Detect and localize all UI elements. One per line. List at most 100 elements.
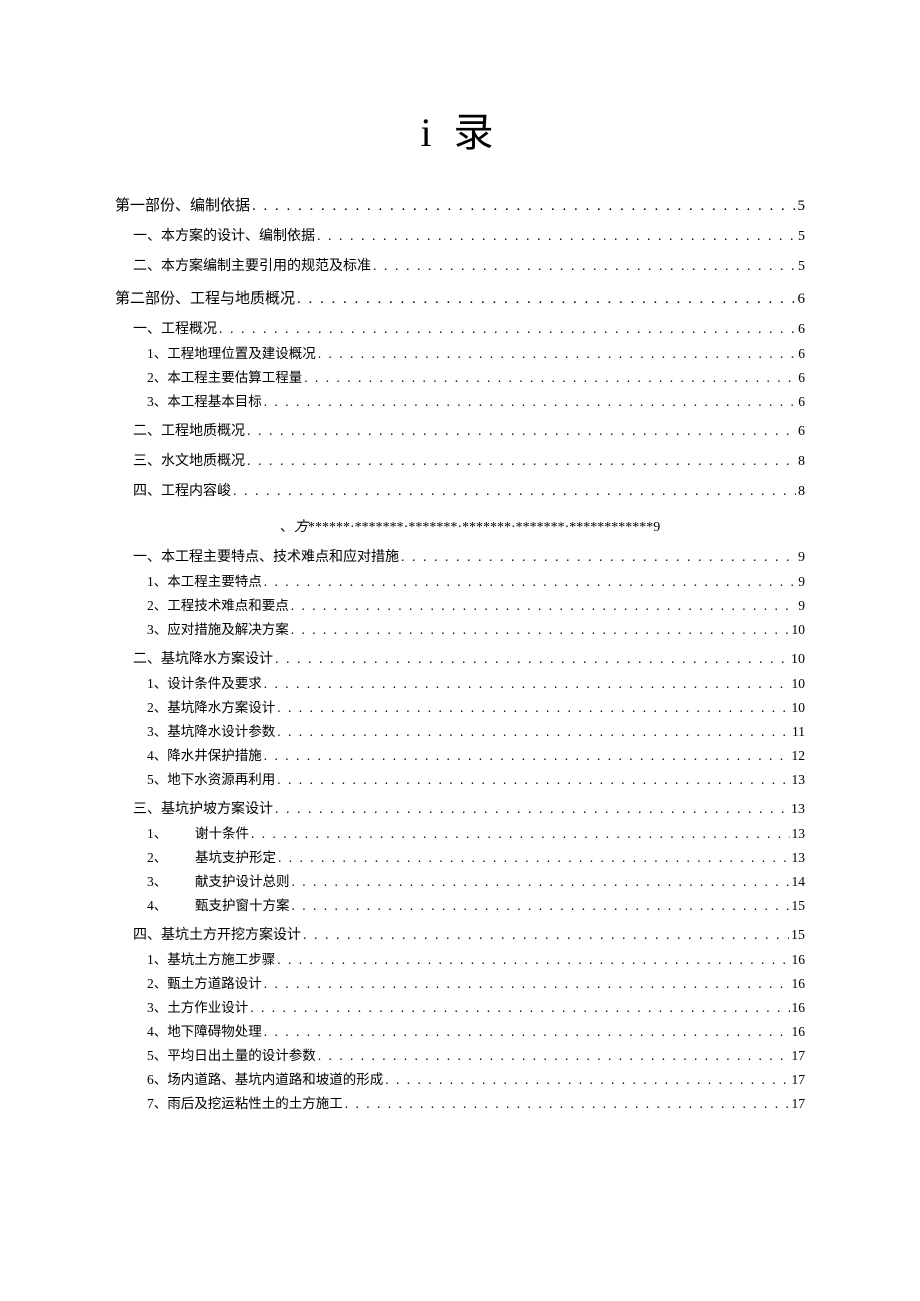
toc-entry: 第二部份、工程与地质概况 6: [115, 287, 805, 308]
toc-label: 1、本工程主要特点: [147, 570, 262, 590]
toc-page-number: 15: [791, 928, 805, 944]
toc-entry: 四、基坑土方开挖方案设计15: [115, 924, 805, 944]
toc-label: 2、基坑降水方案设计: [147, 696, 275, 716]
toc-entry: 2、工程技术难点和要点9: [115, 594, 805, 614]
toc-page-number: 8: [798, 454, 805, 470]
toc-label: 三、基坑护坡方案设计: [133, 798, 273, 818]
toc-entry: 1、本工程主要特点 9: [115, 570, 805, 590]
toc-page-number: 10: [791, 652, 805, 668]
toc-label: 3、本工程基本目标: [147, 390, 262, 410]
toc-leader: [297, 291, 795, 308]
toc-leader: [292, 898, 790, 914]
toc-page-number: 16: [792, 952, 806, 968]
toc-page-number: 17: [792, 1096, 806, 1112]
toc-leader: [264, 574, 797, 590]
toc-entry: 3、应对措施及解决方案 10: [115, 618, 805, 638]
toc-leader: [317, 229, 796, 245]
toc-entry: 一、本工程主要特点、技术难点和应对措施 9: [115, 546, 805, 566]
toc-entry: 1、工程地理位置及建设概况6: [115, 342, 805, 362]
toc-label: 第一部份、编制依据: [115, 194, 250, 215]
toc-leader: [247, 424, 796, 440]
toc-page-number: 13: [792, 850, 806, 866]
toc-entry: 2、甄土方道路设计 16: [115, 972, 805, 992]
toc-leader: [275, 652, 789, 668]
toc-page-number: 6: [798, 424, 805, 440]
toc-leader: [373, 259, 796, 275]
toc-entry: 3、基坑降水设计参数11: [115, 720, 805, 740]
toc-entry: 二、工程地质概况6: [115, 420, 805, 440]
toc-leader: [277, 952, 789, 968]
toc-entry: 3、本工程基本目标 6: [115, 390, 805, 410]
toc-label: 三、水文地质概况: [133, 450, 245, 470]
toc-entry: 三、水文地质概况 8: [115, 450, 805, 470]
toc-page-number: 5: [798, 229, 805, 245]
toc-leader: [292, 874, 790, 890]
toc-leader: [264, 394, 797, 410]
toc-page-number: 9: [798, 550, 805, 566]
toc-leader: [277, 724, 790, 740]
toc-label: 1、设计条件及要求: [147, 672, 262, 692]
toc-label: 2、甄土方道路设计: [147, 972, 262, 992]
toc-entry: 三、基坑护坡方案设计13: [115, 798, 805, 818]
toc-page-number: 10: [792, 622, 806, 638]
toc-label-number: 4、: [147, 894, 195, 914]
toc-label: 5、地下水资源再利用: [147, 768, 275, 788]
toc-label: 7、雨后及挖运粘性土的土方施工: [147, 1092, 343, 1112]
toc-label: 二、本方案编制主要引用的规范及标准: [133, 255, 371, 275]
toc-label: 谢十条件: [195, 822, 249, 842]
toc-entry: 1、基坑土方施工步骤16: [115, 948, 805, 968]
toc-label: 5、平均日出土量的设计参数: [147, 1044, 316, 1064]
toc-label: 一、本工程主要特点、技术难点和应对措施: [133, 546, 399, 566]
toc-entry: 二、基坑降水方案设计 10: [115, 648, 805, 668]
toc-label: 献支护设计总则: [195, 870, 290, 890]
toc-label: 第二部份、工程与地质概况: [115, 287, 295, 308]
toc-leader: [219, 322, 796, 338]
toc-page-number: 11: [792, 724, 805, 740]
toc-entry: 2、基坑支护形定13: [115, 846, 805, 866]
toc-entry: 6、场内道路、基坑内道路和坡道的形成17: [115, 1068, 805, 1088]
toc-leader: [291, 622, 790, 638]
toc-entry: 四、工程内容峻8: [115, 480, 805, 500]
toc-entry: 第一部份、编制依据5: [115, 194, 805, 215]
toc-leader: [277, 772, 789, 788]
toc-page-number: 16: [792, 976, 806, 992]
toc-entry: 2、基坑降水方案设计 10: [115, 696, 805, 716]
toc-entry: 4、地下障碍物处理 16: [115, 1020, 805, 1040]
toc-leader: [251, 826, 790, 842]
toc-entry: 5、地下水资源再利用13: [115, 768, 805, 788]
toc-leader: [250, 1000, 789, 1016]
toc-leader: [345, 1096, 790, 1112]
toc-label-number: 2、: [147, 846, 195, 866]
toc-page-number: 16: [792, 1024, 806, 1040]
toc-page-number: 5: [798, 259, 805, 275]
toc-entry: 5、平均日出土量的设计参数 17: [115, 1044, 805, 1064]
toc-page-number: 17: [792, 1048, 806, 1064]
toc-leader: [252, 198, 795, 215]
toc-page-number: 9: [798, 574, 805, 590]
toc-entry-special: 、方******·*******·*******·*******·*******…: [115, 516, 805, 536]
toc-page-number: 6: [798, 394, 805, 410]
toc-page-number: 10: [792, 700, 806, 716]
toc-leader: [264, 976, 790, 992]
toc-label: 3、应对措施及解决方案: [147, 618, 289, 638]
toc-leader: [385, 1072, 789, 1088]
toc-entry: 1、谢十条件13: [115, 822, 805, 842]
toc-leader: [264, 1024, 790, 1040]
toc-entry: 4、甄支护窗十方案15: [115, 894, 805, 914]
toc-entry: 一、本方案的设计、编制依据5: [115, 225, 805, 245]
toc-entry: 二、本方案编制主要引用的规范及标准 5: [115, 255, 805, 275]
toc-label: 、方******·*******·*******·*******·*******…: [280, 520, 660, 535]
toc-label: 4、降水井保护措施: [147, 744, 262, 764]
toc-body: 第一部份、编制依据5一、本方案的设计、编制依据5二、本方案编制主要引用的规范及标…: [115, 194, 805, 1112]
toc-leader: [277, 700, 789, 716]
toc-leader: [304, 370, 796, 386]
toc-page-number: 10: [792, 676, 806, 692]
toc-label: 2、工程技术难点和要点: [147, 594, 289, 614]
toc-page-number: 8: [798, 484, 805, 500]
toc-entry: 3、土方作业设计16: [115, 996, 805, 1016]
toc-page-number: 6: [798, 291, 806, 308]
toc-label: 4、地下障碍物处理: [147, 1020, 262, 1040]
toc-entry: 一、工程概况6: [115, 318, 805, 338]
toc-label: 二、基坑降水方案设计: [133, 648, 273, 668]
toc-label: 1、工程地理位置及建设概况: [147, 342, 316, 362]
